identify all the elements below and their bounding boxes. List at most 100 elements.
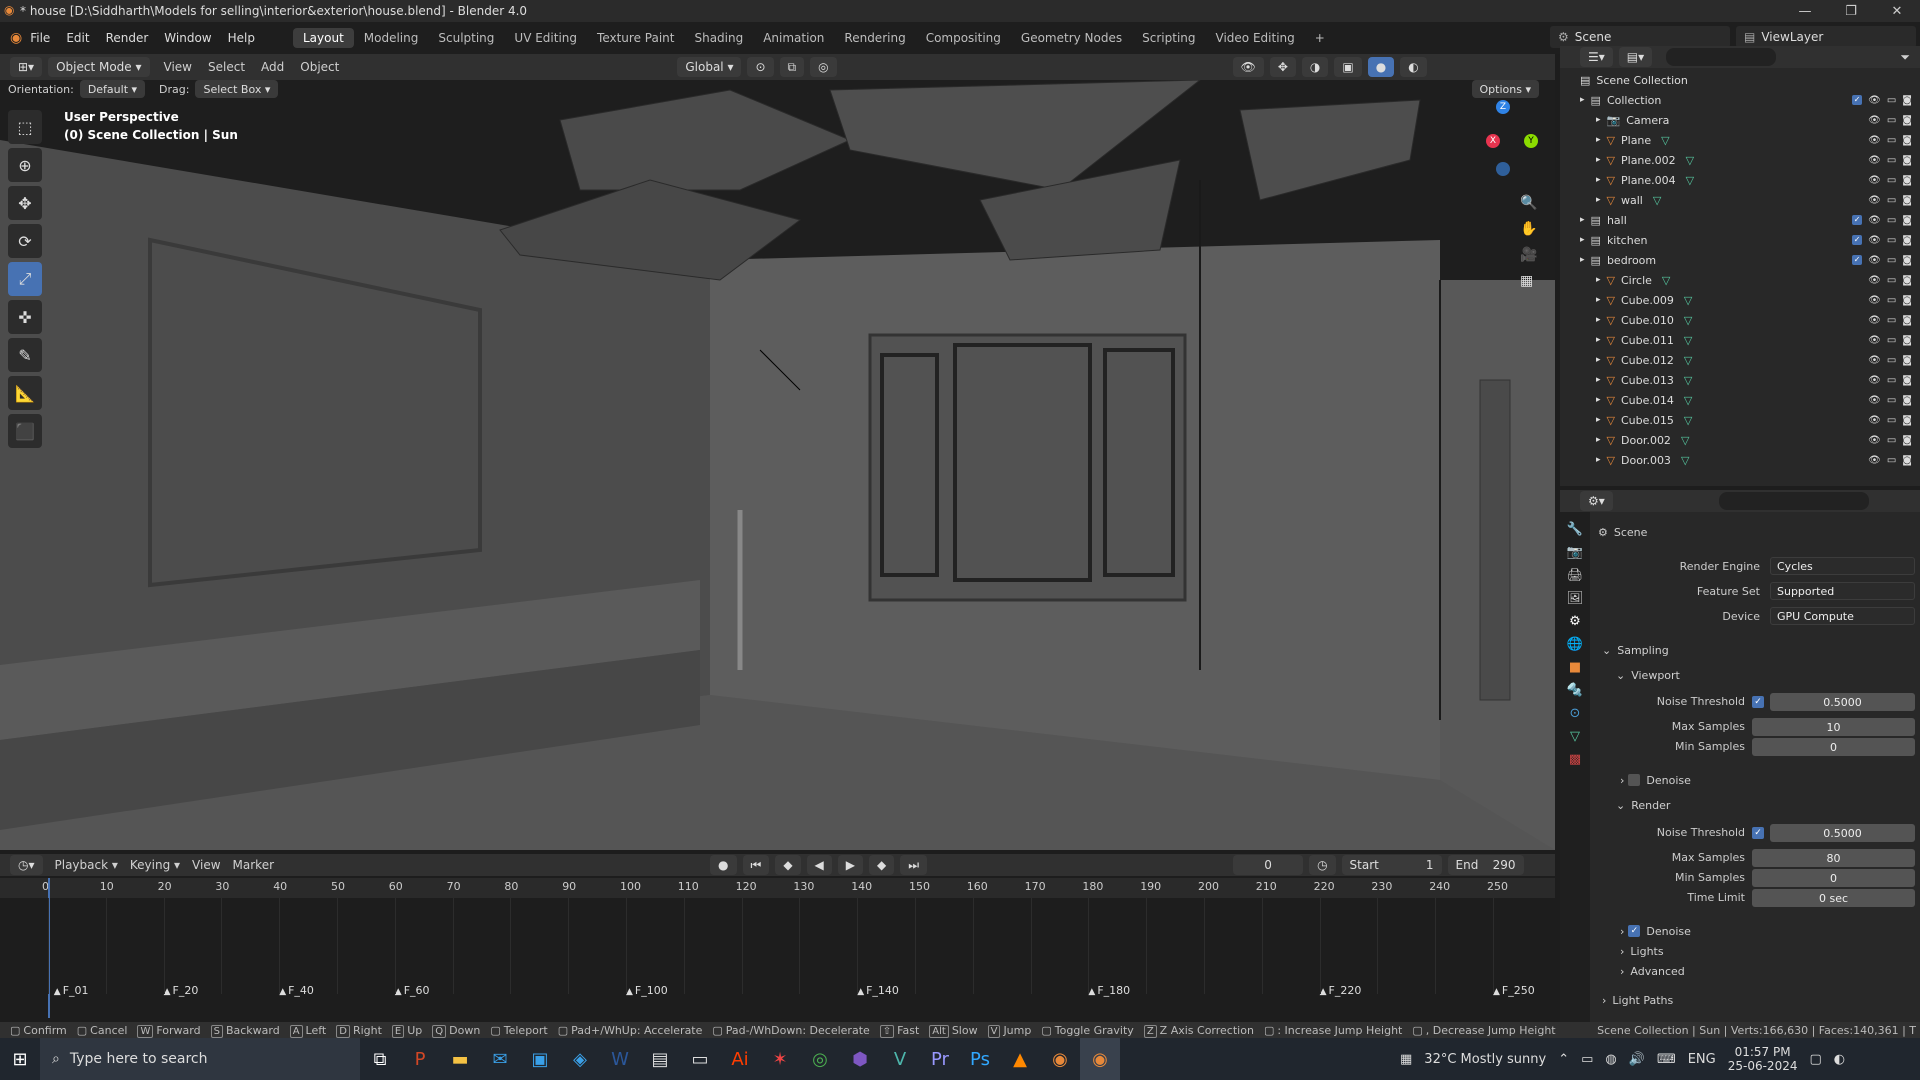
mail-icon[interactable]: ✉ — [480, 1038, 520, 1080]
outliner-item[interactable]: ▸ ▽ Cube.010 ▽ 👁 ▭ ◙ — [1560, 310, 1920, 330]
pan-hand-icon[interactable]: ✋ — [1520, 221, 1537, 237]
monitor-icon[interactable]: ▭ — [1887, 175, 1896, 186]
render-camera-icon[interactable]: ◙ — [1902, 275, 1912, 286]
menu-view[interactable]: View — [156, 60, 200, 74]
eye-icon[interactable]: 👁 — [1868, 135, 1881, 146]
language-indicator[interactable]: ENG — [1688, 1052, 1716, 1067]
mesh-data-icon[interactable]: ▽ — [1684, 314, 1692, 327]
monitor-icon[interactable]: ▭ — [1887, 275, 1896, 286]
copilot-icon[interactable]: ◐ — [1834, 1052, 1845, 1067]
monitor-icon[interactable]: ▭ — [1887, 415, 1896, 426]
render-camera-icon[interactable]: ◙ — [1902, 375, 1912, 386]
mesh-data-icon[interactable]: ▽ — [1684, 294, 1692, 307]
eye-icon[interactable]: 👁 — [1868, 235, 1881, 246]
disclosure-triangle-icon[interactable]: ▸ — [1580, 215, 1585, 225]
photoshop-icon[interactable]: Ps — [960, 1038, 1000, 1080]
menu-add[interactable]: Add — [253, 60, 292, 74]
r-denoise-row[interactable]: › ✓ Denoise — [1620, 921, 1691, 941]
render-camera-icon[interactable]: ◙ — [1902, 115, 1912, 126]
weather-text[interactable]: 32°C Mostly sunny — [1424, 1052, 1546, 1067]
tab-layout[interactable]: Layout — [292, 28, 354, 48]
modifier-tab-icon[interactable]: 🔩 — [1567, 683, 1583, 698]
windows-start-icon[interactable]: ⊞ — [0, 1038, 40, 1080]
timeline-marker[interactable]: ▲ F_20 — [164, 984, 199, 997]
use-preview-range-icon[interactable]: ◷ — [1309, 855, 1336, 875]
outliner-search[interactable] — [1666, 48, 1777, 66]
mesh-data-icon[interactable]: ▽ — [1661, 134, 1669, 147]
vp-denoise-checkbox[interactable] — [1628, 774, 1641, 786]
outliner-item[interactable]: ▸ ▽ Cube.013 ▽ 👁 ▭ ◙ — [1560, 370, 1920, 390]
output-tab-icon[interactable]: 🖨 — [1567, 568, 1584, 583]
outliner-item[interactable]: ▸ ▽ Cube.015 ▽ 👁 ▭ ◙ — [1560, 410, 1920, 430]
scene-selector[interactable]: ⚙ Scene — [1550, 26, 1730, 48]
premiere-icon[interactable]: Pr — [920, 1038, 960, 1080]
drag-dropdown[interactable]: Select Box ▾ — [195, 80, 279, 98]
transform-orientation-dropdown[interactable]: Global ▾ — [677, 57, 742, 77]
play-icon[interactable]: ▶ — [837, 855, 864, 875]
tab-modeling[interactable]: Modeling — [354, 28, 429, 48]
eye-icon[interactable]: 👁 — [1868, 335, 1881, 346]
disclosure-triangle-icon[interactable]: ▸ — [1580, 235, 1585, 245]
render-camera-icon[interactable]: ◙ — [1902, 395, 1912, 406]
monitor-icon[interactable]: ▭ — [1887, 195, 1896, 206]
timeline-marker[interactable]: ▲ F_180 — [1088, 984, 1130, 997]
outliner-item[interactable]: ▸ ▽ Cube.009 ▽ 👁 ▭ ◙ — [1560, 290, 1920, 310]
render-camera-icon[interactable]: ◙ — [1902, 175, 1912, 186]
vectorworks-icon[interactable]: V — [880, 1038, 920, 1080]
minimize-button[interactable]: — — [1782, 0, 1828, 22]
mesh-data-icon[interactable]: ▽ — [1684, 414, 1692, 427]
r-denoise-checkbox[interactable]: ✓ — [1628, 925, 1641, 937]
outliner-item[interactable]: ▸ ▤ bedroom ✓ 👁 ▭ ◙ — [1560, 250, 1920, 270]
menu-marker[interactable]: Marker — [227, 858, 280, 872]
r-noise-field[interactable]: 0.5000 — [1770, 824, 1915, 842]
outliner-item[interactable]: ▸ ▽ Cube.011 ▽ 👁 ▭ ◙ — [1560, 330, 1920, 350]
monitor-icon[interactable]: ▭ — [1887, 395, 1896, 406]
timeline-editor-type[interactable]: ◷▾ — [10, 855, 43, 875]
monitor-icon[interactable]: ▭ — [1887, 135, 1896, 146]
blender-menu-icon[interactable]: ◉ — [10, 30, 22, 46]
exclude-checkbox[interactable]: ✓ — [1852, 214, 1863, 225]
monitor-icon[interactable]: ▭ — [1887, 435, 1896, 446]
render-camera-icon[interactable]: ◙ — [1902, 215, 1912, 226]
battery-icon[interactable]: ▭ — [1581, 1052, 1593, 1067]
mesh-data-icon[interactable]: ▽ — [1686, 154, 1694, 167]
menu-object[interactable]: Object — [292, 60, 347, 74]
file-explorer-icon[interactable]: ▬ — [440, 1038, 480, 1080]
menu-help[interactable]: Help — [220, 31, 263, 45]
taskbar-search-box[interactable]: ⌕ Type here to search — [40, 1038, 360, 1080]
transform-tool-icon[interactable]: ✜ — [8, 300, 42, 334]
prev-key-icon[interactable]: ◆ — [775, 855, 801, 875]
viewport-subpanel-header[interactable]: ⌄ Viewport — [1616, 665, 1680, 685]
timeline-marker[interactable]: ▲ F_01 — [54, 984, 89, 997]
render-camera-icon[interactable]: ◙ — [1902, 195, 1912, 206]
eye-icon[interactable]: 👁 — [1868, 95, 1881, 106]
tab-rendering[interactable]: Rendering — [834, 28, 915, 48]
disclosure-triangle-icon[interactable]: ▸ — [1596, 155, 1601, 165]
outliner-item[interactable]: ▸ ▽ Circle ▽ 👁 ▭ ◙ — [1560, 270, 1920, 290]
monitor-icon[interactable]: ▭ — [1887, 355, 1896, 366]
outliner-editor-type[interactable]: ☰▾ — [1580, 47, 1613, 67]
tool-tab-icon[interactable]: 🔧 — [1567, 522, 1583, 537]
record-icon[interactable]: ● — [710, 855, 737, 875]
lights-panel-header[interactable]: › Lights — [1620, 941, 1664, 961]
vp-min-field[interactable]: 0 — [1752, 738, 1915, 756]
disclosure-triangle-icon[interactable]: ▸ — [1596, 175, 1601, 185]
tab-scripting[interactable]: Scripting — [1132, 28, 1205, 48]
axis-neg-z-icon[interactable] — [1496, 162, 1510, 176]
outliner-item[interactable]: ▸ ▽ Cube.014 ▽ 👁 ▭ ◙ — [1560, 390, 1920, 410]
monitor-icon[interactable]: ▭ — [1887, 155, 1896, 166]
timeline-marker[interactable]: ▲ F_100 — [626, 984, 668, 997]
tab-video-editing[interactable]: Video Editing — [1206, 28, 1305, 48]
app-icon-4[interactable]: ✶ — [760, 1038, 800, 1080]
r-time-field[interactable]: 0 sec — [1752, 889, 1915, 907]
properties-editor-type[interactable]: ⚙▾ — [1580, 491, 1613, 511]
eye-icon[interactable]: 👁 — [1868, 275, 1881, 286]
chrome-icon[interactable]: ◎ — [800, 1038, 840, 1080]
eye-icon[interactable]: 👁 — [1868, 455, 1881, 466]
object-tab-icon[interactable]: ■ — [1569, 660, 1581, 675]
store-icon[interactable]: ▣ — [520, 1038, 560, 1080]
keyboard-icon[interactable]: ⌨ — [1657, 1052, 1676, 1067]
eye-icon[interactable]: 👁 — [1868, 415, 1881, 426]
vp-noise-field[interactable]: 0.5000 — [1770, 693, 1915, 711]
illustrator-icon[interactable]: Ai — [720, 1038, 760, 1080]
